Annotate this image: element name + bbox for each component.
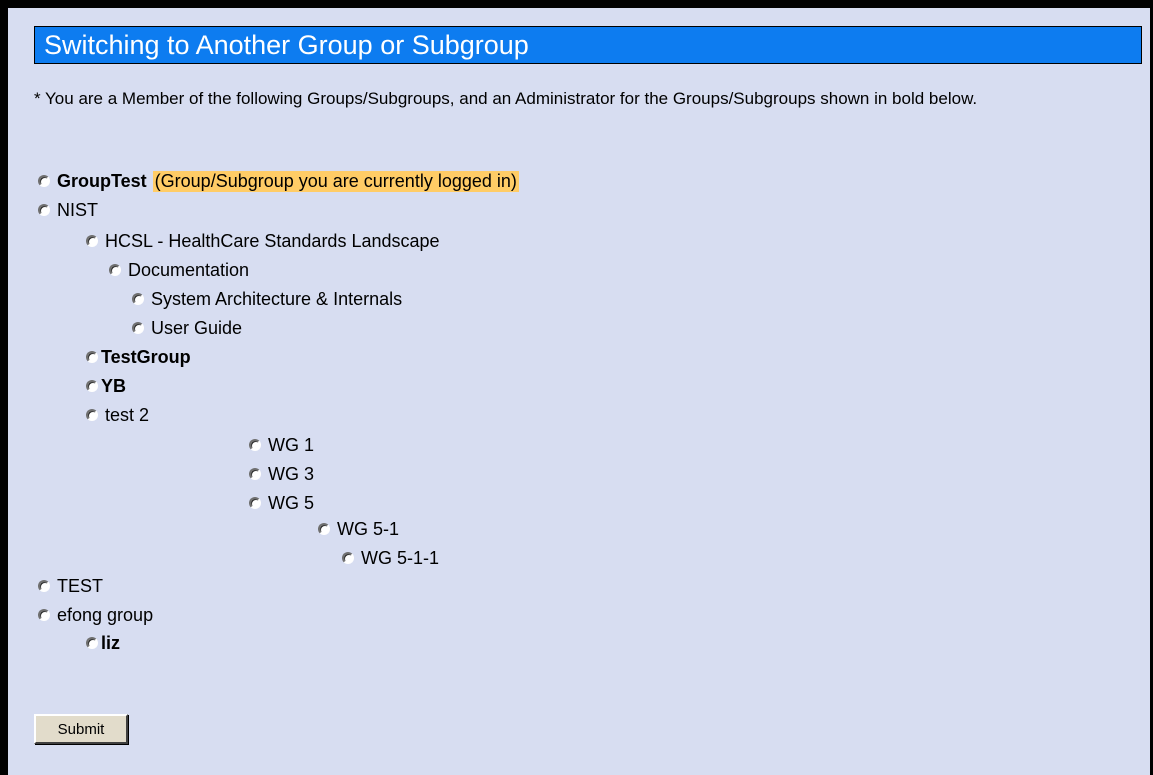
group-label: WG 5-1-1 xyxy=(361,547,440,568)
group-radio[interactable] xyxy=(38,580,50,592)
group-label: TEST xyxy=(57,575,104,596)
page-frame: Switching to Another Group or Subgroup *… xyxy=(0,0,1153,775)
group-option-testgroup[interactable]: TestGroup xyxy=(86,346,191,368)
group-label: WG 5 xyxy=(268,492,315,513)
group-option-wg-5-1-1[interactable]: WG 5-1-1 xyxy=(342,547,439,569)
group-label: efong group xyxy=(57,604,154,625)
group-radio[interactable] xyxy=(249,468,261,480)
page-title: Switching to Another Group or Subgroup xyxy=(34,26,1142,64)
group-option-user-guide[interactable]: User Guide xyxy=(132,317,242,339)
group-radio[interactable] xyxy=(86,235,98,247)
group-label: System Architecture & Internals xyxy=(151,288,403,309)
membership-note: * You are a Member of the following Grou… xyxy=(34,89,978,108)
group-option-grouptest[interactable]: GroupTest (Group/Subgroup you are curren… xyxy=(38,170,519,192)
group-label: HCSL - HealthCare Standards Landscape xyxy=(105,230,440,251)
group-label: liz xyxy=(101,632,121,653)
group-radio[interactable] xyxy=(38,609,50,621)
group-option-wg-3[interactable]: WG 3 xyxy=(249,463,314,485)
group-label: User Guide xyxy=(151,317,243,338)
group-label: Documentation xyxy=(128,259,250,280)
group-radio[interactable] xyxy=(132,293,144,305)
submit-button[interactable]: Submit xyxy=(34,714,128,744)
group-radio[interactable] xyxy=(132,322,144,334)
group-option-wg-5[interactable]: WG 5 xyxy=(249,492,314,514)
group-radio[interactable] xyxy=(86,380,98,392)
group-radio[interactable] xyxy=(249,439,261,451)
group-option-liz[interactable]: liz xyxy=(86,632,120,654)
group-radio[interactable] xyxy=(249,497,261,509)
group-label: WG 3 xyxy=(268,463,315,484)
group-radio[interactable] xyxy=(38,175,50,187)
group-option-hcsl[interactable]: HCSL - HealthCare Standards Landscape xyxy=(86,230,440,252)
group-option-test-2[interactable]: test 2 xyxy=(86,404,149,426)
group-label: GroupTest xyxy=(57,170,147,191)
group-label: WG 5-1 xyxy=(337,518,400,539)
group-option-system-architecture[interactable]: System Architecture & Internals xyxy=(132,288,402,310)
group-label: TestGroup xyxy=(101,346,191,367)
group-option-wg-5-1[interactable]: WG 5-1 xyxy=(318,518,399,540)
group-radio[interactable] xyxy=(109,264,121,276)
group-radio[interactable] xyxy=(86,351,98,363)
group-option-efong-group[interactable]: efong group xyxy=(38,604,153,626)
group-option-wg-1[interactable]: WG 1 xyxy=(249,434,314,456)
group-option-test[interactable]: TEST xyxy=(38,575,103,597)
group-option-documentation[interactable]: Documentation xyxy=(109,259,249,281)
group-radio[interactable] xyxy=(342,552,354,564)
group-label: test 2 xyxy=(105,404,150,425)
group-label: WG 1 xyxy=(268,434,315,455)
group-option-yb[interactable]: YB xyxy=(86,375,126,397)
group-label: YB xyxy=(101,375,127,396)
group-radio[interactable] xyxy=(318,523,330,535)
group-radio[interactable] xyxy=(86,637,98,649)
current-group-note: (Group/Subgroup you are currently logged… xyxy=(152,170,519,192)
group-radio[interactable] xyxy=(38,204,50,216)
group-label: NIST xyxy=(57,199,99,220)
group-option-nist[interactable]: NIST xyxy=(38,199,98,221)
group-radio[interactable] xyxy=(86,409,98,421)
